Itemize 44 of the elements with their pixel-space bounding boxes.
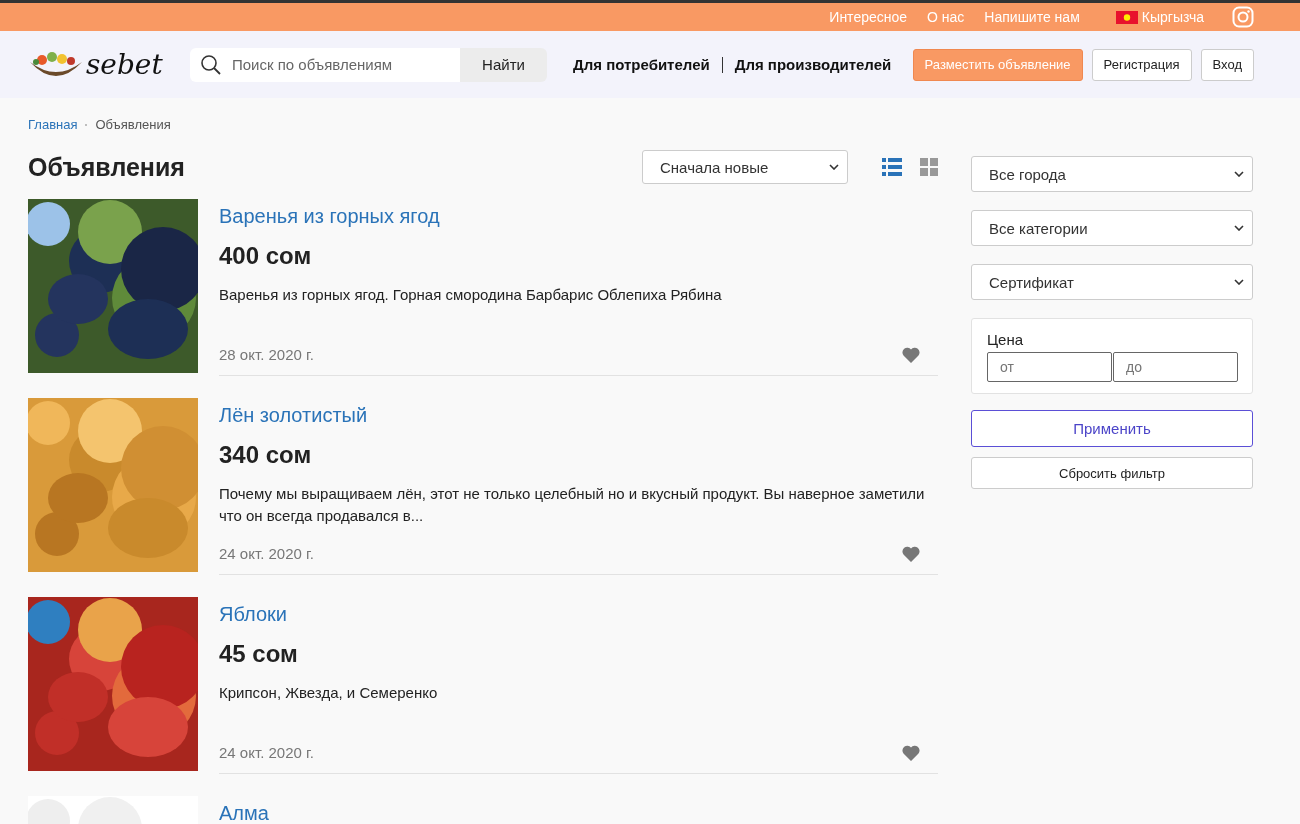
heart-icon[interactable] (902, 346, 920, 363)
listing-price: 340 сом (219, 441, 313, 469)
certificate-dropdown[interactable]: Сертификат (971, 264, 1253, 300)
heart-icon[interactable] (902, 744, 920, 761)
logo[interactable]: sebet (28, 48, 190, 81)
price-from-field[interactable]: от (987, 352, 1112, 382)
page-title: Объявления (28, 152, 185, 182)
chevron-icon (1234, 279, 1244, 285)
sort-dropdown[interactable]: Сначала новые (642, 150, 848, 184)
logo-text: sebet (86, 48, 163, 81)
listing-title[interactable]: Алма (219, 802, 938, 824)
listing-description: Варенья из горных ягод. Горная смородина Барбарис Облепиха Рябина (219, 285, 723, 305)
nav-link[interactable]: Для потребителей (573, 56, 710, 73)
listing-title[interactable]: Яблоки (219, 603, 938, 626)
listing-title[interactable]: Варенья из горных ягод (219, 205, 938, 228)
search-field[interactable]: Поиск по объявлениям (190, 47, 460, 82)
register-button[interactable]: Регистрация (1091, 48, 1192, 81)
list-view-icon[interactable] (882, 158, 902, 176)
heart-icon[interactable] (902, 545, 920, 562)
listing-date: 24 окт. 2020 г. (219, 744, 314, 761)
reset-filter-button[interactable]: Сбросить фильтр (971, 457, 1253, 489)
city-dropdown[interactable]: Все города (971, 156, 1253, 192)
breadcrumb-link[interactable]: Главная (28, 117, 78, 132)
listing-price: 45 сом (219, 640, 299, 668)
chevron-icon (829, 164, 839, 170)
instagram-icon[interactable] (1232, 6, 1254, 28)
login-button[interactable]: Вход (1200, 48, 1254, 81)
search-button[interactable]: Найти (460, 47, 547, 82)
nav-link[interactable]: Для производителей (734, 56, 892, 73)
category-dropdown[interactable]: Все категории (971, 210, 1253, 246)
chevron-icon (1234, 225, 1244, 231)
listing-description: Почему мы выращиваем лён, этот не только целебный но и вкусный продукт. Вы наверное заметили что он всегда продавался в... (219, 484, 926, 526)
breadcrumb-current: Объявления (95, 117, 171, 132)
listing-title[interactable]: Лён золотистый (219, 404, 938, 427)
listing-description: Крипсон, Жвезда, и Семеренко (219, 683, 439, 703)
listing-price: 400 сом (219, 242, 313, 270)
price-to-field[interactable]: до (1113, 352, 1238, 382)
grid-view-icon[interactable] (920, 158, 938, 176)
price-label: Цена (987, 331, 1025, 348)
listing-date: 24 окт. 2020 г. (219, 545, 314, 562)
listing-date: 28 окт. 2020 г. (219, 346, 314, 363)
flag-icon (1115, 10, 1138, 24)
apply-button[interactable]: Применить (971, 410, 1253, 447)
chevron-icon (1234, 171, 1244, 177)
